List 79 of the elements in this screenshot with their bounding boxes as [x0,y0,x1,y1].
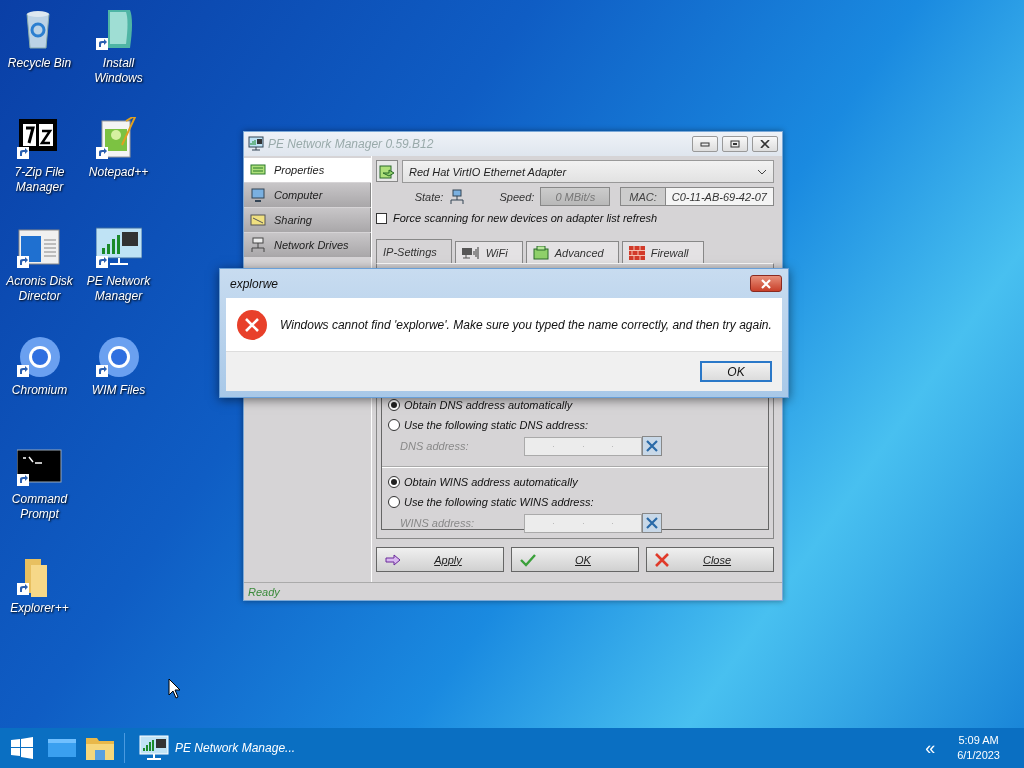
icon-label: Chromium [10,383,69,398]
windows-logo-icon [11,737,33,759]
tab[interactable]: Advanced [525,241,619,263]
window-title: PE Network Manager 0.59.B12 [268,137,435,151]
speed-label: Speed: [499,190,535,203]
state-label: State: [414,190,444,203]
sidebar-item[interactable]: Properties [244,158,371,182]
icon-label: Notepad++ [87,165,150,180]
speed-field: 0 MBit/s [540,187,611,206]
network-icon [449,188,466,205]
minimize-button[interactable] [692,136,718,152]
checkbox-label: Force scanning for new devices on adapter list refresh [393,212,658,224]
network-monitor-icon [139,735,169,761]
close-button[interactable] [750,275,782,292]
caret-icon [757,168,767,175]
address-label: WINS address: [400,517,475,529]
error-icon [236,308,268,341]
radio-button[interactable] [388,476,400,488]
arrow-right-icon [385,553,401,566]
close-icon [760,140,770,148]
dialog-button[interactable]: OK [511,547,639,572]
radio-button[interactable] [388,496,400,508]
wifi-icon [461,245,480,260]
cursor-icon [168,678,181,699]
tab[interactable]: Firewall [621,241,704,263]
dialog-button[interactable]: Close [646,547,774,572]
radio-label: Use the following static WINS address: [404,496,594,508]
network-monitor-icon [248,136,264,152]
clock[interactable]: 5:09 AM 6/1/2023 [957,733,1000,763]
radio-button[interactable] [388,419,400,431]
taskbar-app-button[interactable]: PE Network Manage... [133,730,302,766]
computer-icon [250,187,266,203]
close-icon [645,516,659,530]
radio-label: Obtain DNS address automatically [404,399,573,411]
icon-label: PE Network Manager [85,274,152,304]
radio-label: Use the following static DNS address: [404,419,589,431]
restore-button[interactable] [722,136,748,152]
close-icon [645,439,659,453]
restore-icon [730,140,740,148]
checkbox[interactable] [376,212,387,224]
clear-button[interactable] [642,436,662,456]
minimize-icon [700,141,710,147]
icon-label: Command Prompt [10,492,69,522]
address-field[interactable] [524,513,642,533]
adapter-dropdown[interactable]: Red Hat VirtIO Ethernet Adapter [402,160,774,183]
icon-label: 7-Zip File Manager [13,165,66,195]
sidebar-item[interactable]: Network Drives [244,233,371,257]
icon-label: Install Windows [93,56,144,86]
sidebar-item[interactable]: Sharing [244,208,371,232]
checkmark-icon [520,552,536,567]
clear-button[interactable] [642,513,662,533]
icon-label: WIM Files [90,383,147,398]
network-card-icon [532,245,549,260]
show-hidden-icons-button[interactable]: « [925,737,936,759]
ok-button[interactable]: OK [700,361,772,382]
radio-button[interactable] [388,399,400,411]
brick-wall-icon [628,245,645,260]
desktop-icon[interactable] [48,737,76,759]
icon-label: Acronis Disk Director [5,274,74,304]
mac-field: MAC: C0-11-AB-69-42-07 [620,187,774,206]
status-bar: Ready [244,582,782,600]
radio-label: Obtain WINS address automatically [404,476,578,488]
close-icon [655,552,669,567]
close-button[interactable] [752,136,778,152]
network-card-icon [379,163,395,179]
refresh-adapter-button[interactable] [376,160,398,182]
card-icon [250,162,266,178]
tab[interactable]: IP-Settings [376,239,452,263]
icon-label: Recycle Bin [6,56,73,71]
dialog-title: explorwe [230,276,280,291]
icon-label: Explorer++ [9,601,70,616]
sidebar-item[interactable]: Computer [244,183,371,207]
close-icon [760,278,772,289]
folder-icon[interactable] [86,736,114,760]
dialog-button[interactable]: Apply [376,547,504,572]
address-field[interactable] [524,436,642,456]
tab[interactable]: WiFi [454,241,523,263]
error-message: Windows cannot find 'explorwe'. Make sure you typed the name correctly, and then try again. [280,317,772,332]
address-label: DNS address: [400,440,470,452]
